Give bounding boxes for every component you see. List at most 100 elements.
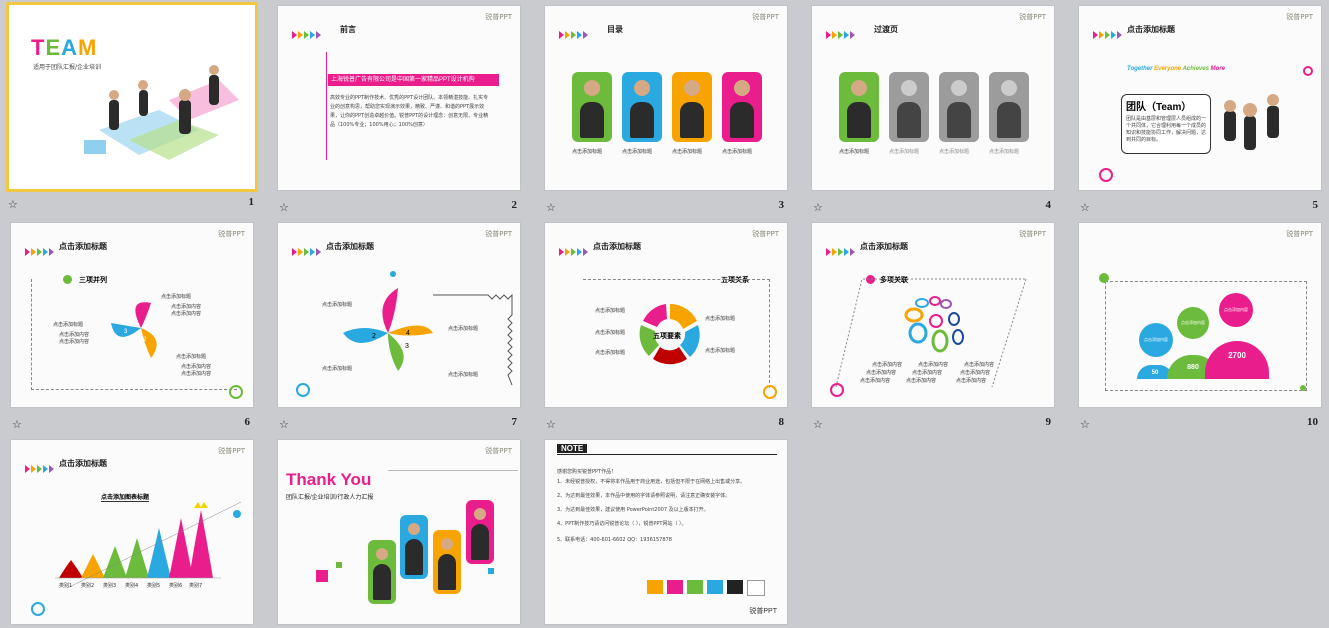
deco-square: [316, 570, 328, 582]
brand-logo: 锐普PPT: [485, 13, 512, 21]
slide-transition-icon[interactable]: ☆: [1080, 418, 1090, 431]
brand-logo: 锐普PPT: [485, 447, 512, 455]
slide-preview[interactable]: 前言 锐普PPT 上海锐普广告有限公司是中国第一家精品PPT设计机构 高效专业的…: [277, 5, 521, 191]
photo-card: [400, 515, 428, 579]
svg-text:3: 3: [405, 343, 409, 350]
motto: Together Everyone Achieves More: [1127, 66, 1225, 72]
slide-number: 4: [1045, 199, 1052, 211]
value-label: 880: [1187, 364, 1199, 371]
slide-transition-icon[interactable]: ☆: [279, 201, 289, 214]
slide-title: 点击添加标题: [59, 242, 107, 251]
note-line: 3、为达到最佳效果，建议使用 PowerPoint2007 及以上版本打开。: [557, 507, 709, 513]
slide-transition-icon[interactable]: ☆: [546, 201, 556, 214]
slide-preview[interactable]: 点击添加标题 锐普PPT 五项关系 五项要素 点击添加标题 点击添加标题 点击添…: [544, 222, 788, 408]
motto-word: More: [1210, 66, 1225, 72]
svg-text:2: 2: [372, 333, 376, 340]
circle-marker: [233, 510, 241, 518]
slide-transition-icon[interactable]: ☆: [279, 418, 289, 431]
photo-card: [622, 72, 662, 142]
photo-card: [466, 500, 494, 564]
caption: 点击添加标题: [672, 149, 703, 155]
bubble-label: 点击添加内容: [1144, 337, 1168, 342]
photo-card: [433, 530, 461, 594]
slide-title: 前言: [340, 25, 356, 34]
category-label: 类别1: [59, 583, 73, 589]
slide-transition-icon[interactable]: ☆: [8, 198, 18, 211]
photo-card: [672, 72, 712, 142]
motto-word: Together: [1127, 66, 1153, 72]
value-label: 50: [1151, 370, 1159, 376]
arrows-icon: [292, 243, 322, 261]
team-title: TEAM: [31, 35, 98, 60]
caption: 点击添加标题: [722, 149, 753, 155]
color-swatch: [707, 580, 723, 594]
bubble-label: 点击添加内容: [1181, 320, 1205, 325]
caption: 点击添加标题: [622, 149, 653, 155]
slide-preview[interactable]: 点击添加标题 锐普PPT 三项并列 1 2 3 点击添加标题 点击添加标题 点击…: [10, 222, 254, 408]
slide-number: 9: [1045, 416, 1052, 428]
slide-transition-icon[interactable]: ☆: [546, 418, 556, 431]
arrows-icon: [25, 243, 55, 261]
arrows-icon: [559, 243, 589, 261]
slide-transition-icon[interactable]: ☆: [813, 418, 823, 431]
motto-word: Everyone: [1154, 66, 1182, 72]
slide-transition-icon[interactable]: ☆: [813, 201, 823, 214]
category-label: 类别2: [81, 583, 95, 589]
slide-preview[interactable]: 点击添加标题 锐普PPT 多项关联 点击添加内容 点击添加内容 点击添加内容 点…: [811, 222, 1055, 408]
box-text: 团队是由基层和管理层人员组成的一个共同体，它合理利用每一个成员的知识和技能协同工…: [1126, 116, 1207, 143]
note-intro: 感谢您购买锐普PPT作品！: [557, 469, 617, 475]
note-line: 2、为达到最佳效果，本作品中使用的字体请参照说明，请注意正确安装字体。: [557, 493, 731, 499]
thank-you-text: Thank You: [286, 470, 372, 489]
color-swatch: [747, 580, 765, 596]
slide-preview[interactable]: TEAM 适用于团队汇报/企业培训: [6, 2, 258, 192]
slide-transition-icon[interactable]: ☆: [12, 418, 22, 431]
box-title: 团队（Team）: [1126, 102, 1192, 113]
slide-preview[interactable]: 点击添加标题 锐普PPT 点击添加图表标题 类别1 类别2 类别3 类别4 类别…: [10, 439, 254, 625]
slide-preview[interactable]: 锐普PPT Thank You 团队汇报/企业培训/行政人力汇报: [277, 439, 521, 625]
deco-square: [336, 562, 342, 568]
brand-logo: 锐普PPT: [485, 230, 512, 238]
brand-logo: 锐普PPT: [218, 447, 245, 455]
circle-marker: [763, 385, 777, 399]
caption: 点击添加标题: [889, 149, 920, 155]
category-label: 类别7: [189, 583, 203, 589]
callout-label: 点击添加标题: [322, 302, 353, 308]
circle-marker: [31, 602, 45, 616]
brand-logo: 锐普PPT: [1286, 230, 1313, 238]
hanging-line: [388, 470, 518, 471]
slide-title: 目录: [607, 25, 623, 34]
slide-number: 8: [778, 416, 785, 428]
color-swatch: [667, 580, 683, 594]
slide-preview[interactable]: 过渡页 锐普PPT 点击添加标题 点击添加标题 点击添加标题 点击添加标题: [811, 5, 1055, 191]
brand-logo: 锐普PPT: [752, 13, 779, 21]
team-box: 团队（Team） 团队是由基层和管理层人员组成的一个共同体，它合理利用每一个成员…: [1121, 94, 1211, 154]
caption: 点击添加标题: [989, 149, 1020, 155]
slide-transition-icon[interactable]: ☆: [1080, 201, 1090, 214]
dashed-frame: [583, 279, 770, 388]
bubble-label: 点击添加内容: [1224, 307, 1248, 312]
circle-marker: [1300, 385, 1306, 391]
divider-line: [326, 52, 327, 160]
svg-text:4: 4: [406, 330, 410, 337]
motto-word: Achieves: [1182, 66, 1209, 72]
slide-preview[interactable]: 点击添加标题 锐普PPT Together Everyone Achieves …: [1078, 5, 1322, 191]
slide-number: 5: [1312, 199, 1319, 211]
caption: 点击添加标题: [939, 149, 970, 155]
slide-number: 6: [244, 416, 251, 428]
note-badge: NOTE: [557, 444, 588, 453]
caption: 点击添加标题: [572, 149, 603, 155]
circle-marker: [229, 385, 243, 399]
photo-card: [368, 540, 396, 604]
circle-marker: [296, 383, 310, 397]
slide-preview[interactable]: NOTE 感谢您购买锐普PPT作品！ 1、未经锐普授权，不得将本作品用于商业用途…: [544, 439, 788, 625]
callout-label: 点击添加标题: [322, 366, 353, 372]
slide-preview[interactable]: 点击添加标题 锐普PPT 2 4 3 点击添加标题 点击添加标题 点击添加标题 …: [277, 222, 521, 408]
slide-number: 2: [511, 199, 518, 211]
circle-marker: [390, 271, 396, 277]
slide-preview[interactable]: 锐普PPT 点击添加内容 50 点击添加内容 880 点击添加内容 2700: [1078, 222, 1322, 408]
note-line: 4、PPT制作技巧请访问锐普论坛（ ），锐普PPT网站（ ）。: [557, 521, 687, 527]
circle-marker: [1303, 66, 1313, 76]
slide-preview[interactable]: 目录 锐普PPT 点击添加标题 点击添加标题 点击添加标题 点击添加标题: [544, 5, 788, 191]
team-illustration: [84, 65, 239, 160]
slide-title: 过渡页: [874, 25, 898, 34]
